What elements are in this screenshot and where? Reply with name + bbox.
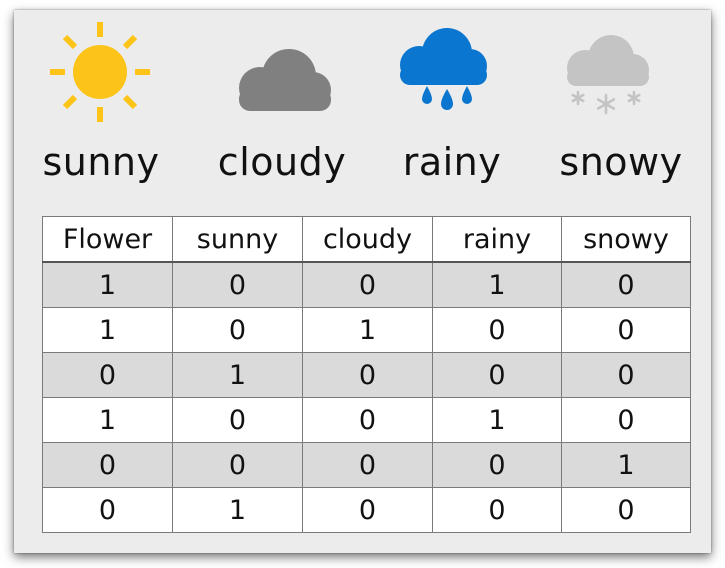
sun-icon: [50, 22, 150, 122]
table-cell: 0: [302, 487, 433, 533]
table-cell: 0: [172, 442, 303, 488]
table-cell: 1: [172, 487, 303, 533]
table-cell: 0: [42, 442, 173, 488]
header-sunny: sunny: [172, 216, 303, 263]
table-cell: 1: [561, 442, 691, 488]
table-header-row: Flower sunny cloudy rainy snowy: [42, 216, 691, 263]
table-row: 0 1 0 0 0: [42, 487, 691, 533]
weather-label-cloudy: cloudy: [217, 140, 347, 184]
table-cell: 0: [561, 261, 691, 308]
table-cell: 1: [42, 307, 173, 353]
table-cell: 0: [432, 307, 562, 353]
table-cell: 0: [172, 261, 303, 308]
cloud-icon: [239, 49, 331, 111]
weather-snowy: snowy: [536, 10, 706, 210]
weather-cloudy: cloudy: [197, 10, 367, 210]
table-cell: 0: [42, 487, 173, 533]
table-cell: 1: [302, 307, 433, 353]
weather-label-rainy: rainy: [402, 140, 502, 184]
header-snowy: snowy: [561, 216, 691, 263]
table-row: 0 1 0 0 0: [42, 352, 691, 398]
weather-sunny: sunny: [16, 10, 186, 210]
table-cell: 0: [561, 307, 691, 353]
table-cell: 0: [432, 442, 562, 488]
table-cell: 1: [432, 261, 562, 308]
table-cell: 0: [561, 487, 691, 533]
weather-flower-table: Flower sunny cloudy rainy snowy 1 0 0 1 …: [42, 216, 691, 533]
table-cell: 1: [42, 397, 173, 443]
header-rainy: rainy: [432, 216, 562, 263]
rain-cloud-icon: [400, 28, 487, 110]
table-cell: 0: [302, 397, 433, 443]
table-cell: 0: [561, 397, 691, 443]
table-cell: 1: [172, 352, 303, 398]
table-cell: 0: [302, 352, 433, 398]
weather-icons-row: sunny cloudy rainy snowy: [14, 10, 711, 210]
table-cell: 0: [42, 352, 173, 398]
weather-rainy: rainy: [367, 10, 537, 210]
table-cell: 0: [561, 352, 691, 398]
table-cell: 0: [302, 442, 433, 488]
table-row: 1 0 1 0 0: [42, 307, 691, 353]
table-cell: 0: [302, 261, 433, 308]
table-cell: 0: [432, 352, 562, 398]
header-flower: Flower: [42, 216, 173, 263]
table-row: 0 0 0 0 1: [42, 442, 691, 488]
table-row: 1 0 0 1 0: [42, 397, 691, 443]
table-cell: 0: [432, 487, 562, 533]
header-cloudy: cloudy: [302, 216, 433, 263]
table-cell: 0: [172, 397, 303, 443]
snow-cloud-icon: [567, 35, 649, 115]
table-cell: 0: [172, 307, 303, 353]
table-row: 1 0 0 1 0: [42, 261, 691, 308]
weather-card: sunny cloudy rainy snowy Flower sunny cl…: [14, 10, 711, 553]
weather-label-snowy: snowy: [559, 140, 683, 184]
weather-label-sunny: sunny: [42, 140, 160, 184]
table-cell: 1: [42, 261, 173, 308]
table-cell: 1: [432, 397, 562, 443]
